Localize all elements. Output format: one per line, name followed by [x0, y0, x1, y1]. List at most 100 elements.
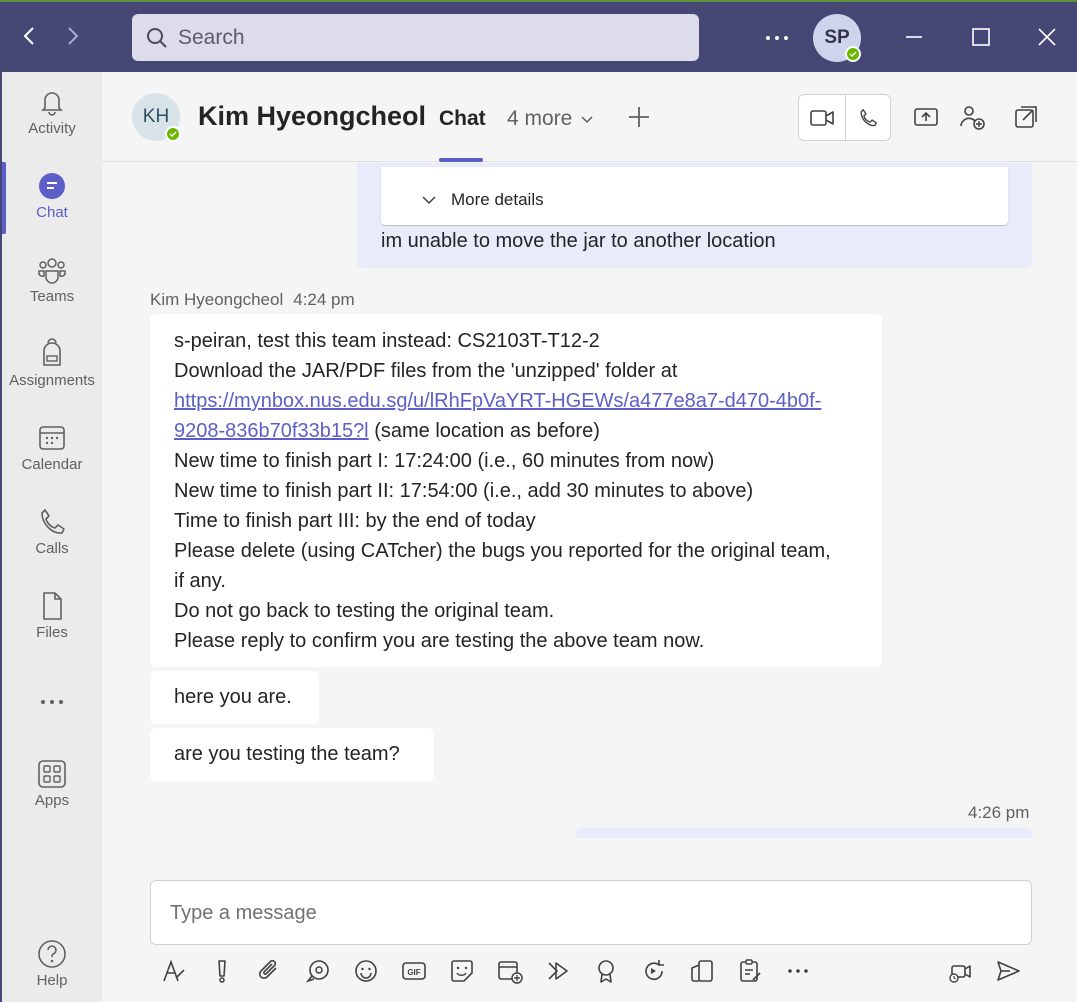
maximize-icon[interactable] [966, 22, 996, 52]
sent-message-text: im unable to move the jar to another loc… [381, 230, 776, 252]
rail-item-teams[interactable]: Teams [2, 254, 102, 330]
rail-label: Activity [28, 120, 76, 137]
rail-item-chat[interactable]: Chat [2, 170, 102, 246]
audio-call-icon[interactable] [844, 95, 891, 140]
rail-label: Calls [35, 540, 69, 557]
pop-out-icon[interactable] [1011, 102, 1041, 132]
updates-icon[interactable] [687, 956, 717, 986]
search-placeholder: Search [178, 25, 245, 49]
compose-toolbar: GIF [150, 953, 1032, 989]
chevron-down-icon [581, 116, 593, 124]
download-link[interactable]: https://mynbox.nus.edu.sg/u/lRhFpVaYRT-H… [174, 390, 821, 412]
more-details-label: More details [451, 190, 544, 209]
add-people-icon[interactable] [957, 102, 987, 132]
rail-item-calls[interactable]: Calls [2, 506, 102, 582]
message-text: here you are. [174, 686, 292, 708]
teams-icon [38, 258, 66, 284]
message-text: are you testing the team? [174, 743, 400, 765]
message-line: s-peiran, test this team instead: CS2103… [174, 330, 600, 352]
close-icon[interactable] [1032, 22, 1062, 52]
contact-avatar[interactable]: KH [132, 93, 181, 142]
presence-available-icon [845, 46, 861, 62]
add-tab-icon[interactable] [624, 102, 654, 132]
send-icon[interactable] [993, 956, 1023, 986]
compose-placeholder: Type a message [170, 902, 317, 924]
praise-icon[interactable] [591, 956, 621, 986]
rail-item-help[interactable]: Help [2, 938, 102, 1002]
received-message-bubble[interactable]: s-peiran, test this team instead: CS2103… [150, 314, 882, 667]
rail-label: Teams [29, 288, 75, 305]
search-icon [147, 27, 167, 48]
message-line: Download the JAR/PDF files from the 'unz… [174, 360, 678, 382]
sent-message-bubble[interactable] [576, 828, 1032, 838]
calendar-icon [39, 426, 65, 450]
chat-icon [39, 173, 65, 199]
backpack-icon [43, 338, 61, 366]
rail-item-more[interactable] [2, 686, 102, 722]
bell-icon [41, 92, 63, 116]
more-details-toggle[interactable]: More details [421, 190, 544, 210]
presence-available-icon [165, 126, 181, 142]
more-options-icon[interactable] [783, 956, 813, 986]
rail-label: Chat [36, 204, 68, 221]
apps-icon [38, 760, 66, 788]
message-line: Please reply to confirm you are testing … [174, 630, 705, 652]
gif-icon[interactable]: GIF [399, 956, 429, 986]
rail-item-calendar[interactable]: Calendar [2, 422, 102, 498]
sticker-icon[interactable] [447, 956, 477, 986]
stream-icon[interactable] [543, 956, 573, 986]
settings-more-icon[interactable] [763, 24, 791, 52]
format-icon[interactable] [159, 956, 189, 986]
compose-box[interactable]: Type a message [150, 880, 1032, 945]
meet-now-icon[interactable] [945, 956, 975, 986]
rail-label: Assignments [9, 372, 95, 389]
tab-active-underline [439, 158, 483, 162]
refresh-icon[interactable] [639, 956, 669, 986]
message-line: if any. [174, 570, 226, 592]
title-bar: Search SP [0, 0, 1077, 72]
user-avatar[interactable]: SP [813, 14, 861, 62]
rail-label: Help [36, 972, 68, 989]
call-button-group [798, 94, 891, 141]
rail-label: Calendar [21, 456, 83, 473]
sent-message-bubble[interactable]: More details im unable to move the jar t… [357, 163, 1032, 268]
rail-label: Apps [34, 792, 70, 809]
schedule-meeting-icon[interactable] [495, 956, 525, 986]
help-icon [38, 940, 66, 968]
contact-initials: KH [142, 106, 170, 127]
phone-icon [41, 509, 65, 534]
attach-icon[interactable] [255, 956, 285, 986]
message-meta: Kim Hyeongcheol 4:24 pm [150, 290, 355, 310]
share-screen-icon[interactable] [911, 102, 941, 132]
received-message-bubble[interactable]: here you are. [150, 671, 319, 724]
approvals-icon[interactable] [735, 956, 765, 986]
rail-item-assignments[interactable]: Assignments [2, 338, 102, 414]
loop-icon[interactable] [303, 956, 333, 986]
rail-item-files[interactable]: Files [2, 590, 102, 666]
chat-header: KH Kim Hyeongcheol Chat 4 more [102, 72, 1077, 162]
received-message-bubble[interactable]: are you testing the team? [150, 728, 434, 781]
download-link[interactable]: 9208-836b70f33b15?l [174, 420, 369, 442]
message-line: Do not go back to testing the original t… [174, 600, 555, 622]
important-icon[interactable] [207, 956, 237, 986]
forward-arrow-icon[interactable] [60, 24, 84, 48]
message-line: New time to finish part II: 17:54:00 (i.… [174, 480, 754, 502]
message-line: Time to finish part III: by the end of t… [174, 510, 536, 532]
rail-item-apps[interactable]: Apps [2, 758, 102, 834]
user-initials: SP [824, 27, 850, 48]
emoji-icon[interactable] [351, 956, 381, 986]
more-icon [41, 700, 63, 704]
sender-name: Kim Hyeongcheol [150, 290, 284, 309]
contact-name: Kim Hyeongcheol [198, 101, 427, 131]
back-arrow-icon[interactable] [18, 24, 42, 48]
rail-label: Files [36, 624, 68, 641]
message-line: (same location as before) [368, 420, 600, 442]
message-list[interactable]: More details im unable to move the jar t… [102, 163, 1077, 863]
rail-item-activity[interactable]: Activity [2, 86, 102, 162]
minimize-icon[interactable] [899, 22, 929, 52]
tab-more-dropdown[interactable]: 4 more [507, 107, 594, 131]
svg-text:GIF: GIF [407, 968, 420, 977]
search-box[interactable]: Search [132, 14, 699, 61]
tab-chat[interactable]: Chat [439, 107, 486, 131]
video-call-icon[interactable] [799, 95, 845, 140]
